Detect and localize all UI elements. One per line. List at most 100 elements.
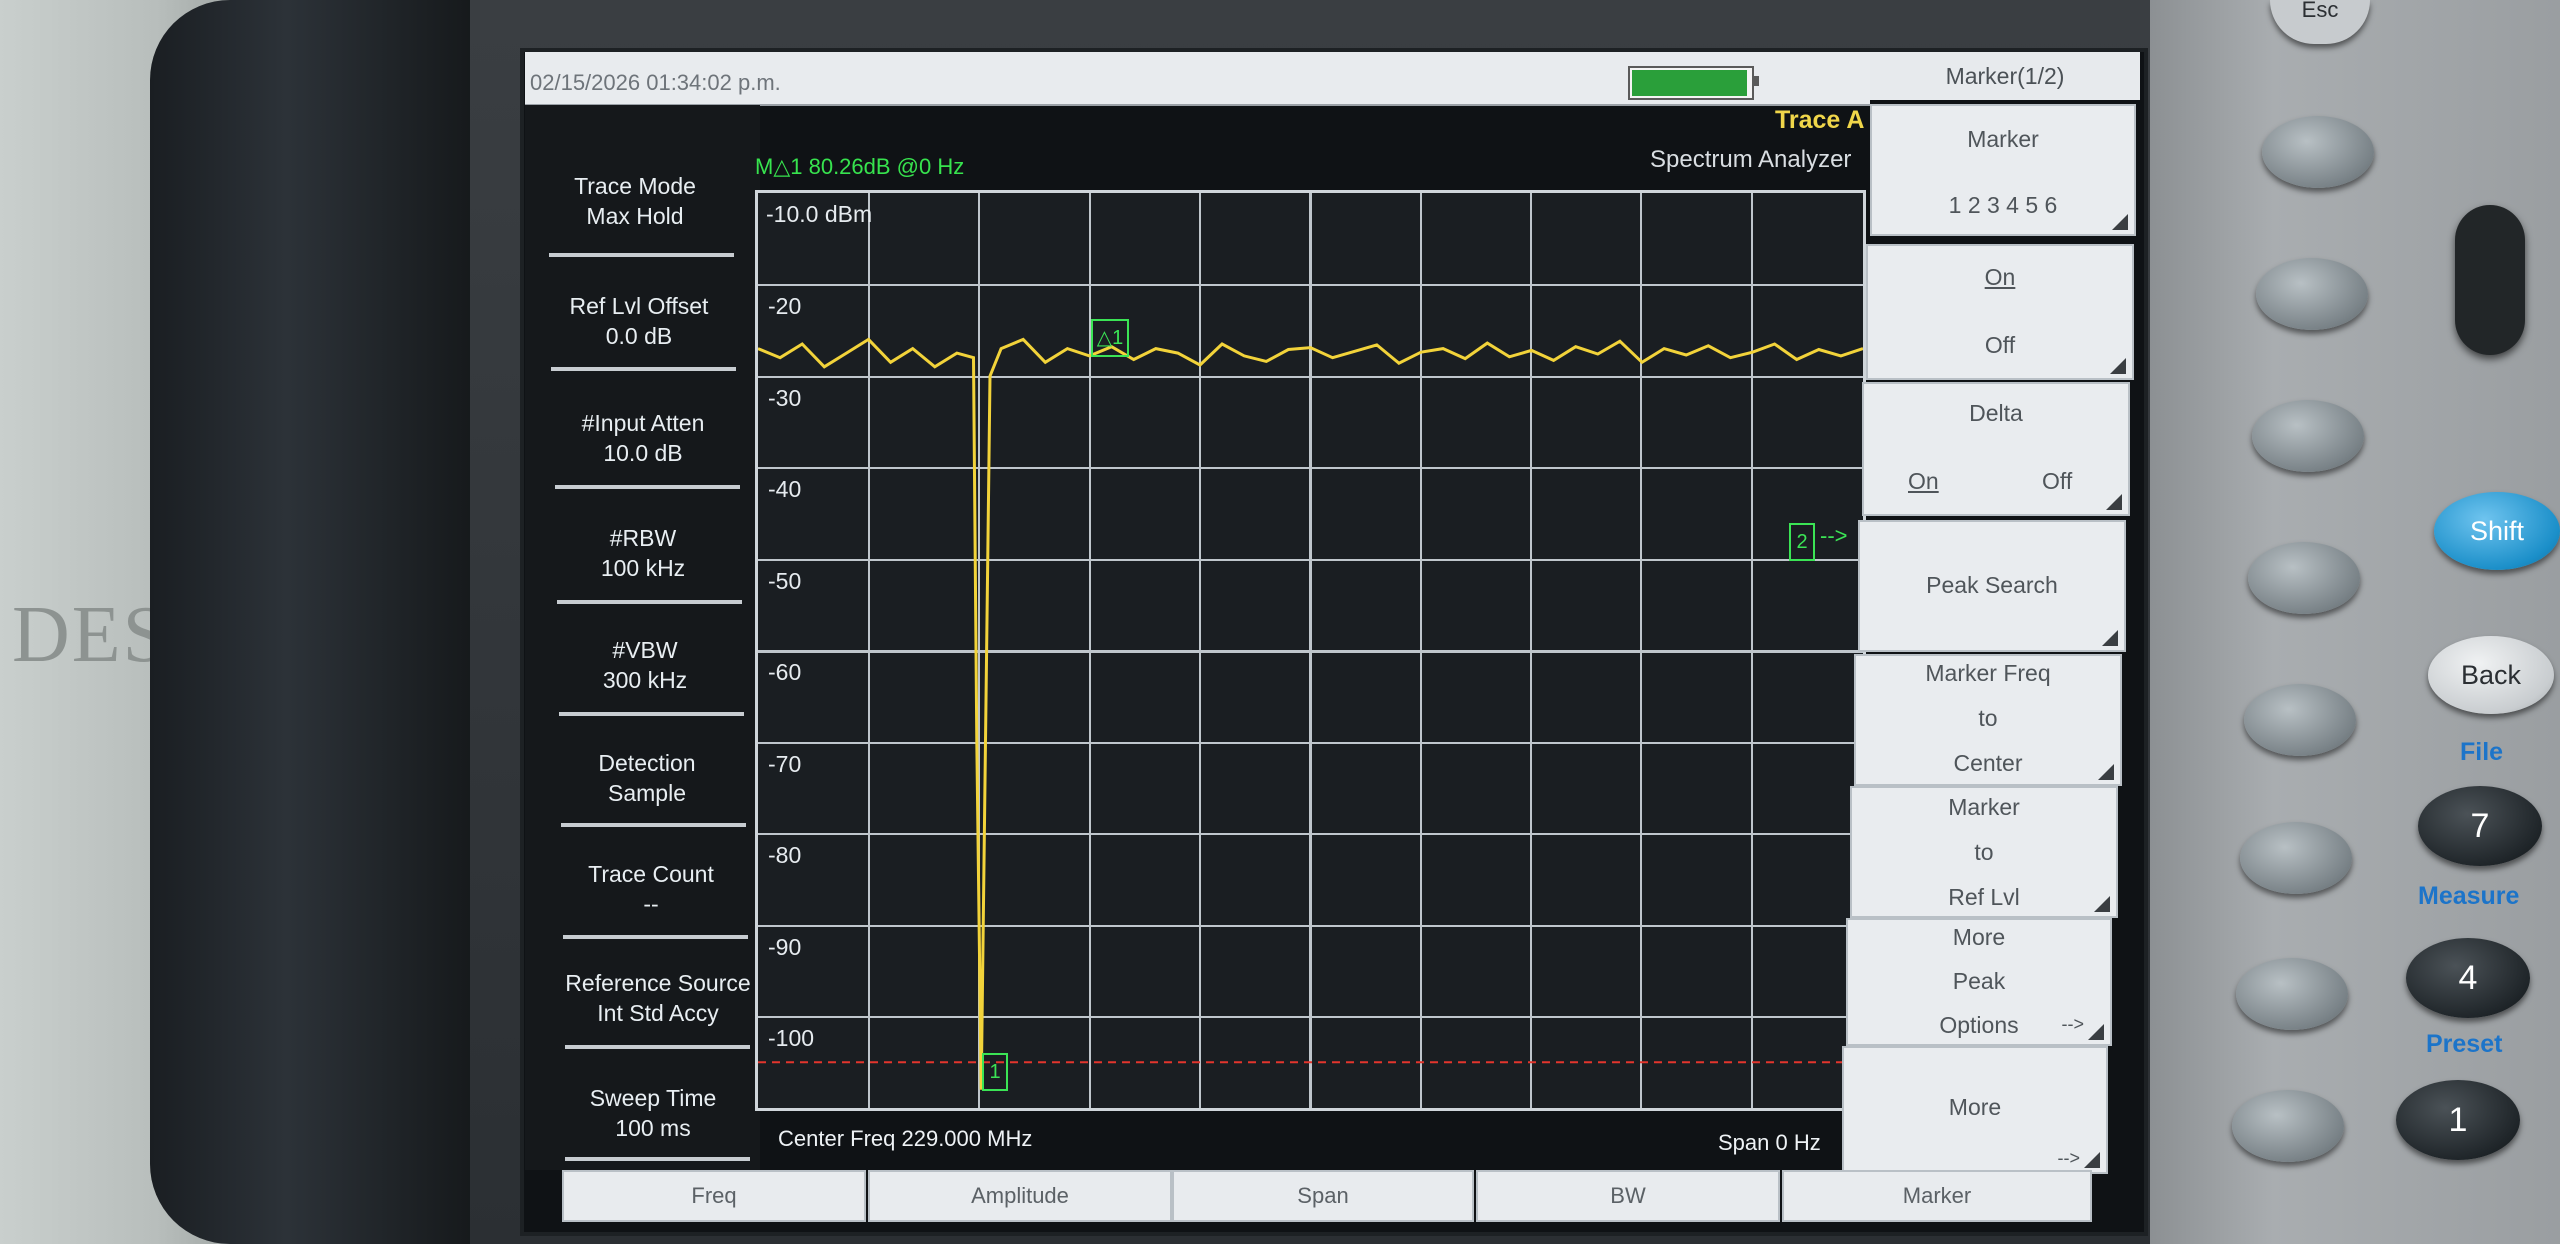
softkey-option-off: Off — [1984, 332, 2016, 358]
detection-value: Sample — [608, 780, 686, 806]
softkey-marker-to-ref-lvl[interactable]: Marker to Ref Lvl — [1850, 786, 2118, 918]
softkey-label: Delta — [1969, 400, 2023, 426]
ref-lvl-offset-value: 0.0 dB — [605, 323, 673, 349]
hardware-softkey-1[interactable] — [2262, 116, 2374, 188]
reference-source-title: Reference Source — [565, 970, 751, 996]
softkey-more[interactable]: More --> — [1842, 1046, 2108, 1174]
key-4[interactable]: 4 — [2406, 938, 2530, 1018]
softkey-marker-select[interactable]: Marker 1 2 3 4 5 6 — [1870, 104, 2136, 236]
hardware-softkey-3[interactable] — [2252, 400, 2364, 472]
hardware-softkey-6[interactable] — [2240, 822, 2352, 894]
softkey-label: Marker Freq — [1925, 660, 2051, 686]
tab-freq[interactable]: Freq — [562, 1170, 866, 1222]
preset-label: Preset — [2426, 1030, 2503, 1058]
battery-tip — [1754, 76, 1759, 86]
trace-count-value: -- — [643, 891, 659, 917]
softkey-peak-search[interactable]: Peak Search — [1858, 520, 2126, 652]
mode-label: Spectrum Analyzer — [1650, 146, 1852, 173]
settings-panel: Trace Mode Max Hold Ref Lvl Offset 0.0 d… — [525, 105, 760, 1170]
sweep-time-value: 100 ms — [615, 1115, 691, 1141]
softkey-corner-icon — [2110, 358, 2126, 374]
file-label: File — [2460, 738, 2504, 766]
separator — [551, 367, 736, 371]
softkey-corner-icon — [2112, 214, 2128, 230]
datetime-readout: 02/15/2026 01:34:02 p.m. — [530, 70, 781, 95]
softkey-corner-icon — [2106, 494, 2122, 510]
tab-marker[interactable]: Marker — [1782, 1170, 2092, 1222]
softkey-label: Ref Lvl — [1948, 884, 2020, 910]
trace-a-line — [758, 337, 1863, 1090]
softkey-marker-freq-to-center[interactable]: Marker Freq to Center — [1854, 654, 2122, 786]
softkey-option-off: Off — [2042, 468, 2073, 494]
rbw-value: 100 kHz — [600, 555, 686, 581]
battery-level — [1632, 70, 1747, 96]
tab-bw[interactable]: BW — [1476, 1170, 1780, 1222]
softkey-label: More — [1948, 1094, 2002, 1120]
more-arrow-icon: --> — [2061, 1014, 2085, 1034]
marker-number-list: 1 2 3 4 5 6 — [1948, 192, 2058, 218]
separator — [549, 253, 734, 257]
softkey-corner-icon — [2084, 1152, 2100, 1168]
span-readout: Span 0 Hz — [1718, 1130, 1821, 1155]
hardware-softkey-7[interactable] — [2236, 958, 2348, 1030]
tab-span[interactable]: Span — [1172, 1170, 1474, 1222]
hardware-softkey-5[interactable] — [2244, 684, 2356, 756]
more-arrow-icon: --> — [2057, 1148, 2081, 1168]
input-atten-value: 10.0 dB — [603, 440, 683, 466]
softkey-corner-icon — [2102, 630, 2118, 646]
softkey-delta[interactable]: Delta On Off — [1862, 382, 2130, 516]
trace-label: Trace A — [1775, 106, 1865, 134]
trace-count-title: Trace Count — [588, 861, 714, 887]
softkey-label: Peak Search — [1926, 572, 2058, 598]
rbw-title: #RBW — [609, 525, 677, 551]
detection-title: Detection — [598, 750, 696, 776]
key-7[interactable]: 7 — [2418, 786, 2542, 866]
background-sign-text: DES — [12, 591, 170, 679]
softkey-label: Marker — [1967, 126, 2039, 152]
separator — [565, 1157, 750, 1161]
rotary-knob[interactable] — [2455, 205, 2525, 355]
marker-2[interactable]: 2 — [1789, 523, 1815, 561]
marker-2-offscreen-arrow: --> — [1820, 523, 1848, 548]
trace-mode-title: Trace Mode — [574, 173, 696, 199]
separator — [555, 485, 740, 489]
device-bumper — [150, 0, 490, 1244]
separator — [563, 935, 748, 939]
softkey-label: Peak — [1952, 968, 2006, 994]
trace-mode-value: Max Hold — [586, 203, 684, 229]
trace-plot — [758, 337, 1863, 1090]
center-frequency-readout: Center Freq 229.000 MHz — [778, 1126, 1033, 1151]
input-atten-title: #Input Atten — [581, 410, 705, 436]
separator — [561, 823, 746, 827]
back-key[interactable]: Back — [2428, 636, 2554, 714]
softkey-more-peak-options[interactable]: More Peak Options --> — [1846, 918, 2112, 1046]
vbw-title: #VBW — [612, 637, 678, 663]
measure-label: Measure — [2418, 882, 2520, 910]
softkey-corner-icon — [2094, 896, 2110, 912]
softkey-corner-icon — [2098, 764, 2114, 780]
softkey-label: Center — [1953, 750, 2023, 776]
hardware-softkey-4[interactable] — [2248, 542, 2360, 614]
softkey-option-on: On — [1984, 264, 2016, 290]
separator — [559, 712, 744, 716]
softkey-on-off[interactable]: On Off — [1866, 244, 2134, 380]
sweep-time-title: Sweep Time — [589, 1085, 717, 1111]
hardware-softkey-2[interactable] — [2256, 258, 2368, 330]
marker-readout: M△1 80.26dB @0 Hz — [755, 154, 965, 179]
softkey-label: to — [1978, 705, 1998, 731]
hardware-softkey-8[interactable] — [2232, 1090, 2344, 1162]
key-1[interactable]: 1 — [2396, 1080, 2520, 1160]
softkey-label: Marker — [1948, 794, 2020, 820]
ref-lvl-offset-title: Ref Lvl Offset — [569, 293, 709, 319]
separator — [557, 600, 742, 604]
delta-marker[interactable]: △1 — [1091, 319, 1129, 357]
shift-key[interactable]: Shift — [2434, 492, 2560, 570]
softkey-label: to — [1974, 839, 1994, 865]
reference-source-value: Int Std Accy — [597, 1000, 719, 1026]
softkey-option-on: On — [1908, 468, 1939, 494]
menu-header: Marker(1/2) — [1870, 52, 2140, 100]
softkey-corner-icon — [2088, 1024, 2104, 1040]
tab-amplitude[interactable]: Amplitude — [868, 1170, 1172, 1222]
marker-1[interactable]: 1 — [982, 1053, 1008, 1091]
softkey-label: More — [1952, 924, 2006, 950]
